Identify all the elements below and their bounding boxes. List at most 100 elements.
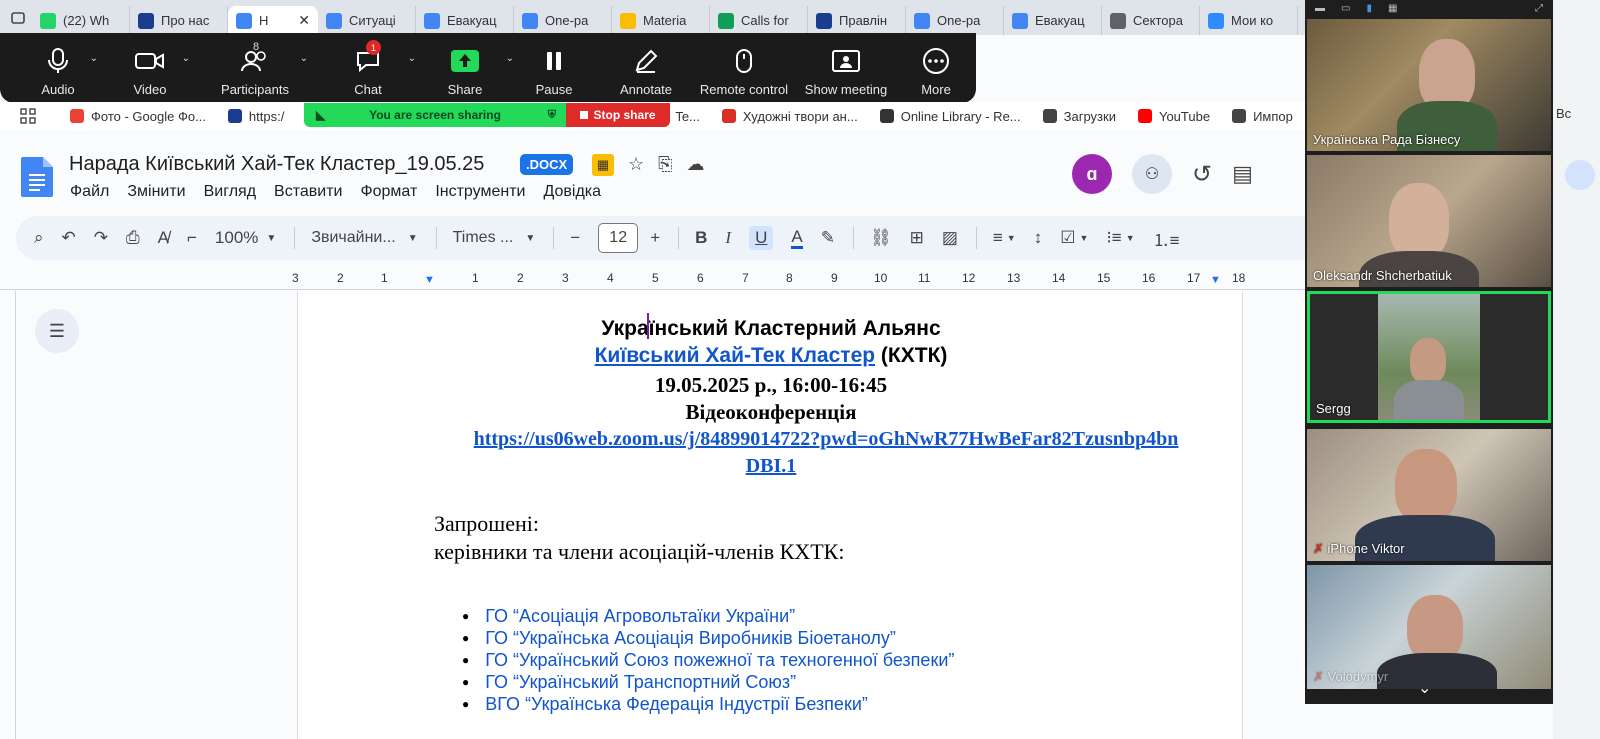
browser-tab[interactable]: Calls for [710, 6, 808, 35]
zoom-meeting-link[interactable]: https://us06web.zoom.us/j/84899014722?pw… [474, 428, 1179, 450]
close-tab-icon[interactable]: ✕ [298, 12, 310, 29]
browser-tab[interactable]: Ситуаці [318, 6, 416, 35]
audio-button[interactable]: ⌄ Audio [12, 33, 104, 103]
paint-format-icon[interactable]: ⌐ [187, 228, 197, 248]
sharing-status[interactable]: ◣ You are screen sharing ⛨ [304, 103, 566, 127]
style-select[interactable]: Звичайни... ▼ [311, 229, 417, 247]
chevron-down-icon[interactable]: ⌄ [182, 53, 190, 64]
menu-edit[interactable]: Змінити [127, 183, 185, 201]
no-offline-icon[interactable]: ▦ [592, 154, 614, 176]
italic-icon[interactable]: I [725, 228, 731, 248]
bookmark-item[interactable]: https:/ [227, 109, 284, 124]
menu-file[interactable]: Файл [70, 183, 109, 201]
zoom-select[interactable]: 100% ▼ [215, 228, 276, 248]
participant-video-tile[interactable]: ✗ Volodymyr [1307, 565, 1551, 689]
bold-icon[interactable]: B [695, 228, 707, 248]
font-select[interactable]: Times ... ▼ [453, 229, 536, 247]
collaborators-icon[interactable]: ⚇ [1132, 154, 1172, 194]
speaker-view-icon[interactable]: ▭ [1341, 3, 1350, 14]
annotate-button[interactable]: Annotate [600, 33, 692, 103]
line-spacing-icon[interactable]: ↕ [1034, 228, 1043, 248]
browser-tab[interactable]: Мои ко [1200, 6, 1298, 35]
menu-insert[interactable]: Вставити [274, 183, 342, 201]
strip-view-icon[interactable]: ▮ [1366, 3, 1372, 14]
gallery-view-icon[interactable]: ▦ [1388, 3, 1397, 14]
scroll-more-participants-icon[interactable]: ⌄ [1418, 678, 1431, 698]
horizontal-ruler[interactable]: ▼ ▼ 3 2 1 1 2 3 4 5 6 7 8 9 10 11 12 13 14 15 16 17 18 [0, 268, 1334, 290]
video-button[interactable]: ⌄ Video [104, 33, 196, 103]
show-meeting-button[interactable]: Show meeting [796, 33, 896, 103]
menu-help[interactable]: Довідка [543, 183, 601, 201]
docs-logo-icon[interactable] [21, 157, 53, 197]
right-indent-marker-icon[interactable]: ▼ [1210, 274, 1221, 286]
bookmark-item[interactable]: YouTube [1137, 109, 1210, 124]
expand-icon[interactable]: ⤢ [1535, 3, 1543, 14]
menu-format[interactable]: Формат [360, 183, 417, 201]
browser-tab[interactable]: One-pa [906, 6, 1004, 35]
bulleted-list-icon[interactable]: ⁝≡ ▼ [1106, 228, 1134, 248]
cluster-link[interactable]: Київський Хай-Тек Кластер [595, 344, 875, 367]
stop-share-button[interactable]: Stop share [566, 103, 670, 127]
increase-font-size-button[interactable]: + [650, 228, 660, 248]
menu-tools[interactable]: Інструменти [435, 183, 525, 201]
insert-image-icon[interactable]: ▨ [942, 228, 958, 248]
more-button[interactable]: More [896, 33, 976, 103]
participant-video-tile[interactable]: Sergg [1307, 291, 1551, 423]
numbered-list-icon[interactable]: ⒈≡ [1153, 226, 1180, 251]
side-action-icon[interactable] [1565, 160, 1595, 190]
share-button[interactable]: ⌄ Share [422, 33, 514, 103]
comments-icon[interactable]: ▤ [1232, 161, 1253, 187]
pause-share-button[interactable]: Pause [508, 33, 600, 103]
browser-tab[interactable]: Н ✕ [228, 6, 318, 35]
browser-tab[interactable]: Materia [612, 6, 710, 35]
bookmark-item[interactable]: Художні твори ан... [721, 109, 858, 124]
participant-video-tile[interactable]: ✗ iPhone Viktor [1307, 429, 1551, 561]
participant-video-tile[interactable]: Українська Рада Бізнесу [1307, 19, 1551, 151]
vertical-ruler[interactable] [0, 291, 16, 739]
cloud-status-icon[interactable]: ☁ [687, 154, 705, 176]
browser-tab[interactable]: (22) Wh [32, 6, 130, 35]
browser-tab[interactable]: Про нас [130, 6, 228, 35]
spellcheck-icon[interactable]: A̸ [158, 228, 169, 248]
bookmark-item[interactable]: Online Library - Re... [879, 109, 1021, 124]
highlight-icon[interactable]: ✎ [821, 228, 835, 248]
decrease-font-size-button[interactable]: − [570, 228, 580, 248]
undo-icon[interactable]: ↶ [62, 228, 76, 248]
checklist-icon[interactable]: ☑ ▼ [1060, 228, 1088, 248]
font-size-input[interactable]: 12 [598, 223, 639, 253]
redo-icon[interactable]: ↷ [94, 228, 108, 248]
align-icon[interactable]: ≡ ▼ [993, 228, 1016, 248]
text-color-icon[interactable]: A [791, 227, 803, 249]
bookmark-item[interactable]: Загрузки [1042, 109, 1116, 124]
apps-grid-icon[interactable] [20, 108, 36, 124]
browser-tab[interactable]: Евакуац [1004, 6, 1102, 35]
zoom-meeting-link-cont[interactable]: DBI.1 [746, 455, 797, 477]
browser-tab[interactable]: Правлін [808, 6, 906, 35]
chevron-down-icon[interactable]: ⌄ [300, 53, 308, 64]
user-avatar[interactable]: ɑ [1072, 154, 1112, 194]
chevron-down-icon[interactable]: ⌄ [90, 53, 98, 64]
add-comment-icon[interactable]: ⊞ [910, 228, 924, 248]
browser-tab[interactable]: One-pa [514, 6, 612, 35]
search-menus-icon[interactable]: ⌕ [34, 228, 44, 248]
remote-control-button[interactable]: Remote control [692, 33, 796, 103]
minimize-icon[interactable]: ▬ [1315, 3, 1325, 14]
menu-view[interactable]: Вигляд [204, 183, 256, 201]
chevron-down-icon[interactable]: ⌄ [408, 53, 416, 64]
bookmark-item[interactable]: Фото - Google Фо... [70, 109, 206, 124]
move-to-drive-icon[interactable]: ⎘ [658, 154, 672, 176]
browser-tab[interactable]: Сектора [1102, 6, 1200, 35]
star-icon[interactable]: ☆ [628, 154, 644, 176]
document-title[interactable]: Нарада Київський Хай-Тек Кластер_19.05.2… [69, 153, 484, 176]
browser-tab[interactable]: Евакуац [416, 6, 514, 35]
print-icon[interactable]: ⎙ [126, 228, 140, 248]
bookmark-item[interactable]: Импор [1232, 109, 1293, 124]
window-menu-icon[interactable] [4, 4, 32, 32]
underline-icon[interactable]: U [749, 226, 774, 250]
participants-button[interactable]: 8 ⌄ Participants [196, 33, 314, 103]
participant-video-tile[interactable]: Oleksandr Shcherbatiuk [1307, 155, 1551, 287]
document-outline-button[interactable]: ☰ [35, 309, 79, 353]
document-page[interactable]: Український Кластерний Альянс Київський … [297, 291, 1243, 739]
left-indent-marker-icon[interactable]: ▼ [424, 274, 435, 286]
version-history-icon[interactable]: ↺ [1192, 160, 1212, 189]
